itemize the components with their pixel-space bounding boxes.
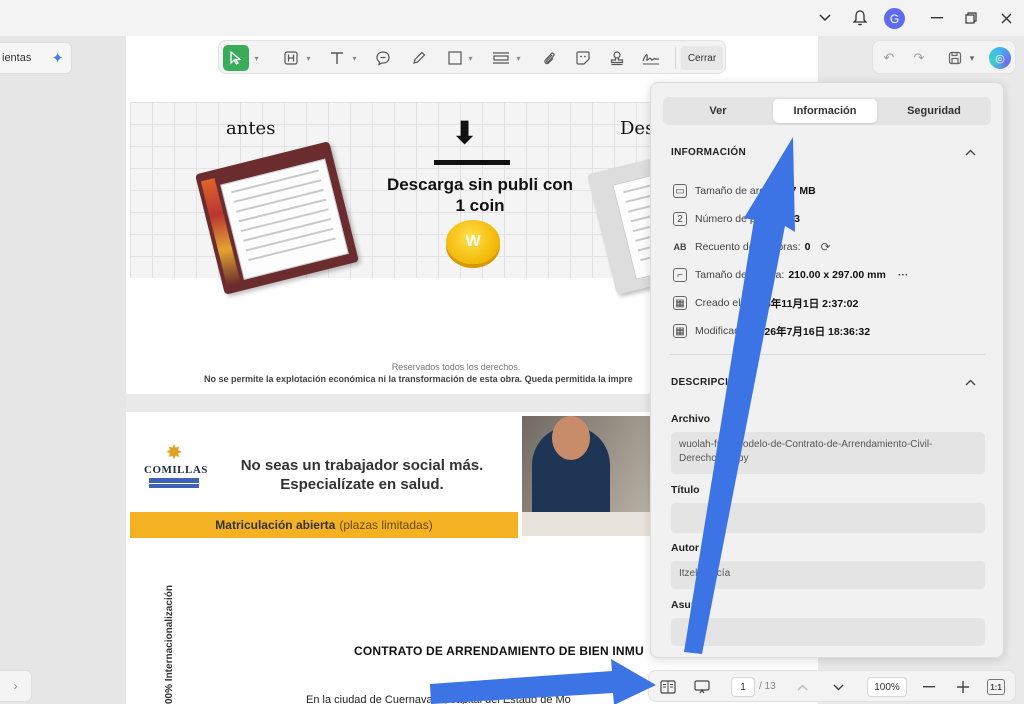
actual-size-button[interactable]: 1:1 xyxy=(987,679,1005,695)
highlight-dropdown[interactable]: ▾ xyxy=(303,46,313,70)
comillas-logo: ✸ COMILLAS xyxy=(144,442,207,488)
save-icon[interactable] xyxy=(945,48,965,68)
calendar-icon: ▦ xyxy=(673,296,687,310)
measure-tool-button[interactable] xyxy=(489,46,513,70)
ad-headline: Descarga sin publi con 1 coin xyxy=(386,175,574,215)
next-page-icon[interactable] xyxy=(829,677,847,697)
close-window-icon[interactable] xyxy=(996,8,1016,28)
document-properties-panel: Ver Información Seguridad INFORMACIÓN ▭ … xyxy=(650,82,1004,658)
word-count-icon: AB xyxy=(673,242,687,252)
expand-panel-button[interactable]: › xyxy=(0,670,32,702)
undo-icon[interactable]: ↶ xyxy=(879,48,899,68)
file-field-label: Archivo xyxy=(671,413,711,425)
ad2-strip-bold: Matriculación abierta xyxy=(215,518,336,532)
comillas-emblem-icon: ✸ xyxy=(165,442,183,464)
tab-informacion[interactable]: Información xyxy=(773,99,877,123)
chevron-up-icon[interactable] xyxy=(963,375,977,389)
file-field[interactable]: wuolah-free-Modelo-de-Contrato-de-Arrend… xyxy=(671,432,985,474)
tools-label: ientas xyxy=(2,52,32,64)
user-avatar[interactable]: G xyxy=(884,8,905,29)
ai-assistant-icon[interactable]: ◎ xyxy=(989,47,1011,69)
close-annotation-button[interactable]: Cerrar xyxy=(681,46,723,70)
pen-tool-button[interactable] xyxy=(407,46,431,70)
info-row-created: ▦ Creado el: 2026年11月1日 2:37:02 xyxy=(673,295,858,311)
coin-icon: W xyxy=(446,220,500,264)
info-row-file-size: ▭ Tamaño de archivo: 7 MB xyxy=(673,183,816,199)
shape-tool-button[interactable] xyxy=(443,46,467,70)
page-size-icon: ⌐ xyxy=(673,268,687,282)
contract-body-text: En la ciudad de Cuernavaca, capital del … xyxy=(306,694,571,704)
toolbar-divider xyxy=(675,47,676,69)
subject-field[interactable] xyxy=(671,618,985,646)
title-bar: G xyxy=(0,0,1024,36)
author-field-label: Autor xyxy=(671,542,699,554)
select-tool-button[interactable] xyxy=(223,45,249,71)
properties-tabs: Ver Información Seguridad xyxy=(663,97,991,125)
select-tool-dropdown[interactable]: ▾ xyxy=(251,46,261,70)
info-row-page-count: 2 Número de página: 13 xyxy=(673,211,800,227)
vertical-side-text: 00% Internacionalización xyxy=(164,585,175,704)
ad-menu-image xyxy=(195,141,359,295)
shape-dropdown[interactable]: ▾ xyxy=(465,46,475,70)
chevron-right-icon: › xyxy=(13,679,18,693)
attachment-icon[interactable] xyxy=(537,46,561,70)
save-dropdown-icon[interactable]: ▾ xyxy=(967,48,977,68)
chevron-up-icon[interactable] xyxy=(963,145,977,159)
current-page-input[interactable] xyxy=(731,677,755,697)
right-toolbar: ↶ ↷ ▾ ◎ xyxy=(872,40,1016,74)
text-tool-button[interactable] xyxy=(325,46,349,70)
down-arrow-icon: ⬇ xyxy=(452,117,478,150)
sticker-icon[interactable] xyxy=(571,46,595,70)
page-navigation-bar: / 13 100% 1:1 xyxy=(648,670,1016,702)
ai-sparkle-icon: ✦ xyxy=(51,50,64,67)
presentation-icon[interactable] xyxy=(691,677,713,697)
zoom-in-icon[interactable] xyxy=(953,677,973,697)
stamp-icon[interactable] xyxy=(605,46,629,70)
author-field[interactable]: Itzel García xyxy=(671,561,985,589)
ad2-enrollment-strip: Matriculación abierta (plazas limitadas) xyxy=(130,512,518,538)
calendar-icon: ▦ xyxy=(673,324,687,338)
notification-bell-icon[interactable] xyxy=(850,8,870,28)
chevron-down-icon[interactable] xyxy=(815,8,835,28)
zoom-out-icon[interactable] xyxy=(919,677,939,697)
annotation-toolbar: ▾ ▾ ▾ ▾ ▾ Cerrar xyxy=(218,40,726,74)
redo-icon[interactable]: ↷ xyxy=(909,48,929,68)
title-field-label: Título xyxy=(671,484,700,496)
ad2-headline: No seas un trabajador social más. Especi… xyxy=(240,457,484,493)
ad2-strip-light: (plazas limitadas) xyxy=(339,518,433,532)
highlight-tool-button[interactable] xyxy=(279,46,303,70)
title-field[interactable] xyxy=(671,503,985,533)
signature-icon[interactable] xyxy=(639,46,663,70)
info-row-word-count: AB Recuento de palabras: 0 ⟳ xyxy=(673,240,831,254)
measure-dropdown[interactable]: ▾ xyxy=(513,46,523,70)
file-size-icon: ▭ xyxy=(673,184,687,198)
left-panel xyxy=(0,36,126,704)
subject-field-label: Asunto xyxy=(671,599,708,611)
minimize-icon[interactable] xyxy=(927,8,947,28)
page-number-icon: 2 xyxy=(673,212,687,226)
more-options-icon[interactable]: ··· xyxy=(898,269,909,281)
tab-seguridad[interactable]: Seguridad xyxy=(879,99,989,123)
zoom-level[interactable]: 100% xyxy=(867,677,907,697)
contract-title: CONTRATO DE ARRENDAMIENTO DE BIEN INMU xyxy=(354,644,644,658)
description-section-title: DESCRIPCIÓN xyxy=(671,377,744,388)
info-section-title: INFORMACIÓN xyxy=(671,147,746,158)
reading-mode-icon[interactable] xyxy=(657,677,679,697)
total-pages: / 13 xyxy=(759,681,776,692)
ad-before-label: antes xyxy=(226,118,276,139)
tab-ver[interactable]: Ver xyxy=(665,99,771,123)
info-row-page-size: ⌐ Tamaño de página: 210.00 x 297.00 mm ·… xyxy=(673,267,908,283)
tools-panel-button[interactable]: ientas ✦ xyxy=(0,42,72,74)
section-divider xyxy=(669,354,985,355)
previous-page-icon[interactable] xyxy=(793,677,811,697)
restore-icon[interactable] xyxy=(961,8,981,28)
info-row-modified: ▦ Modificado: 2026年7月16日 18:36:32 xyxy=(673,323,870,339)
text-dropdown[interactable]: ▾ xyxy=(349,46,359,70)
comment-tool-button[interactable] xyxy=(371,46,395,70)
refresh-icon[interactable]: ⟳ xyxy=(821,240,831,254)
ad-bar xyxy=(434,160,510,165)
